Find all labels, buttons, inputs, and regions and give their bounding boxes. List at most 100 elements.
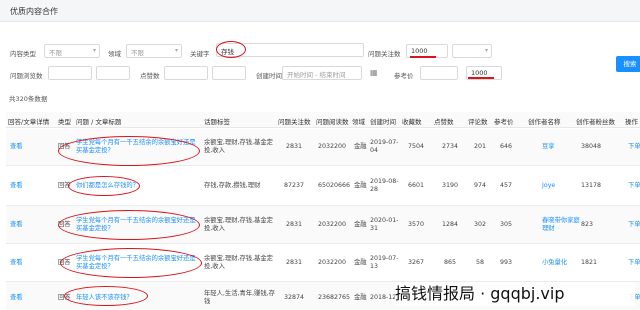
creator-link[interactable]: 小兔量化 — [542, 259, 567, 267]
creator-link[interactable]: 豆享 — [542, 143, 555, 151]
col-created: 创建时间 — [370, 118, 396, 126]
cell-domain: 金融 — [354, 221, 367, 228]
cell-tags: 年轻人,生活,青年,赚钱,存钱 — [204, 290, 275, 305]
cell-favorites: 7504 — [408, 143, 425, 150]
page-title: 优质内容合作 — [10, 7, 58, 16]
title-highlight-circle — [60, 248, 202, 278]
cell-favorites: 3267 — [408, 259, 425, 266]
title-highlight-circle — [68, 176, 140, 196]
chevron-down-icon: ▾ — [174, 47, 178, 54]
top-bar: 优质内容合作 — [0, 0, 640, 22]
domain-select[interactable]: 不限 ▾ — [126, 44, 182, 58]
cell-comments: 58 — [476, 259, 485, 266]
cell-reads: 2032200 — [318, 143, 347, 150]
col-favorites: 收藏数 — [402, 118, 422, 126]
col-type: 类型 — [58, 118, 71, 126]
cell-created: 2019-08-28 — [370, 178, 399, 193]
cell-comments: 201 — [474, 143, 487, 150]
cell-price: 457 — [500, 182, 513, 189]
filter-panel: 内容类型 不限 ▾ 领域 不限 ▾ 关键字 存钱 问题关注数 1000 ▾ 问题浏览… — [0, 38, 640, 90]
cell-reads: 2032200 — [318, 259, 347, 266]
chevron-down-icon: ▾ — [92, 47, 96, 54]
col-fans: 创作者粉丝数 — [576, 118, 615, 126]
keyword-label: 关键字 — [190, 50, 210, 58]
cell-followers: 32874 — [284, 294, 305, 301]
cell-followers: 2831 — [286, 221, 303, 228]
view-link[interactable]: 查看 — [10, 143, 23, 151]
date-range-picker[interactable]: 开始时间 - 结束时间 — [282, 66, 362, 80]
col-likes: 点赞数 — [434, 118, 454, 126]
ref-price-min-input[interactable] — [420, 66, 458, 80]
cell-fans: 823 — [581, 221, 594, 228]
col-followers: 问题关注数 — [278, 118, 311, 126]
watermark-text: 搞钱情报局 · gqqbj.vip — [395, 282, 635, 306]
cell-fans: 1821 — [581, 259, 598, 266]
time-label: 创建时间 — [256, 72, 282, 80]
cell-price: 646 — [500, 143, 513, 150]
followers-max-input[interactable]: ▾ — [452, 44, 492, 58]
order-button[interactable]: 下单 — [628, 143, 640, 151]
search-button[interactable]: 搜索 — [616, 56, 640, 72]
ref-price-underline — [468, 77, 494, 79]
cell-reads: 2032200 — [318, 221, 347, 228]
cell-tags: 存钱,存款,攒钱,理财 — [204, 182, 261, 189]
cell-tags: 余额宝,理财,存钱,基金定投,收入 — [204, 255, 273, 270]
view-link[interactable]: 查看 — [10, 259, 23, 267]
cell-reads: 23682765 — [318, 294, 351, 301]
views-max-input[interactable] — [96, 66, 130, 80]
cell-created: 2019-07-04 — [370, 139, 399, 154]
order-button[interactable]: 下单 — [628, 221, 640, 229]
cell-likes: 865 — [444, 259, 457, 266]
followers-label: 问题关注数 — [368, 50, 401, 58]
col-title: 问题 / 文章标题 — [76, 118, 122, 126]
title-highlight-circle — [64, 286, 148, 306]
cell-domain: 金融 — [354, 294, 367, 301]
cell-created: 2020-01-31 — [370, 217, 399, 232]
cell-fans: 13178 — [581, 182, 602, 189]
view-link[interactable]: 查看 — [10, 294, 23, 302]
cell-followers: 87237 — [284, 182, 305, 189]
content-type-label: 内容类型 — [10, 50, 36, 58]
cell-domain: 金融 — [354, 143, 367, 150]
col-detail: 回答/文章详情 — [8, 118, 50, 126]
view-link[interactable]: 查看 — [10, 182, 23, 190]
likes-max-input[interactable] — [212, 66, 246, 80]
cell-domain: 金融 — [354, 182, 367, 189]
cell-tags: 余额宝,理财,存钱,基金定投,收入 — [204, 139, 273, 154]
title-highlight-circle — [58, 136, 200, 166]
col-action: 操作 — [625, 118, 638, 126]
ref-price-label: 参考价 — [394, 72, 414, 80]
col-reads: 问题阅读数 — [316, 118, 349, 126]
cell-comments: 302 — [474, 221, 487, 228]
cell-likes: 3190 — [442, 182, 459, 189]
cell-likes: 1284 — [442, 221, 459, 228]
col-creator: 创作者名称 — [528, 118, 561, 126]
cell-comments: 974 — [474, 182, 487, 189]
domain-label: 领域 — [108, 50, 121, 58]
view-link[interactable]: 查看 — [10, 221, 23, 229]
order-button[interactable]: 下单 — [628, 182, 640, 190]
col-domain: 领域 — [352, 118, 365, 126]
col-price: 参考价 — [494, 118, 514, 126]
likes-min-input[interactable] — [164, 66, 208, 80]
chevron-down-icon: ▾ — [484, 47, 488, 54]
order-button[interactable]: 下单 — [628, 259, 640, 267]
views-min-input[interactable] — [48, 66, 92, 80]
cell-price: 993 — [500, 259, 513, 266]
calendar-icon[interactable]: ▦ — [370, 68, 378, 77]
title-highlight-circle — [58, 210, 200, 240]
followers-underline — [410, 56, 436, 58]
creator-link[interactable]: Joye — [542, 182, 555, 190]
cell-tags: 余额宝,理财,存钱,基金定投,收入 — [204, 217, 273, 232]
likes-label: 点赞数 — [140, 72, 160, 80]
cell-favorites: 6601 — [408, 182, 425, 189]
cell-fans: 38048 — [581, 143, 602, 150]
views-label: 问题浏览数 — [10, 72, 43, 80]
cell-created: 2019-07-13 — [370, 255, 399, 270]
cell-followers: 2831 — [286, 259, 303, 266]
creator-link[interactable]: 春晓带你家庭理财 — [542, 217, 580, 233]
cell-domain: 金融 — [354, 259, 367, 266]
col-comments: 评论数 — [468, 118, 488, 126]
content-type-select[interactable]: 不限 ▾ — [44, 44, 100, 58]
table-header: 回答/文章详情 类型 问题 / 文章标题 话题标签 问题关注数 问题阅读数 领域… — [6, 112, 640, 128]
